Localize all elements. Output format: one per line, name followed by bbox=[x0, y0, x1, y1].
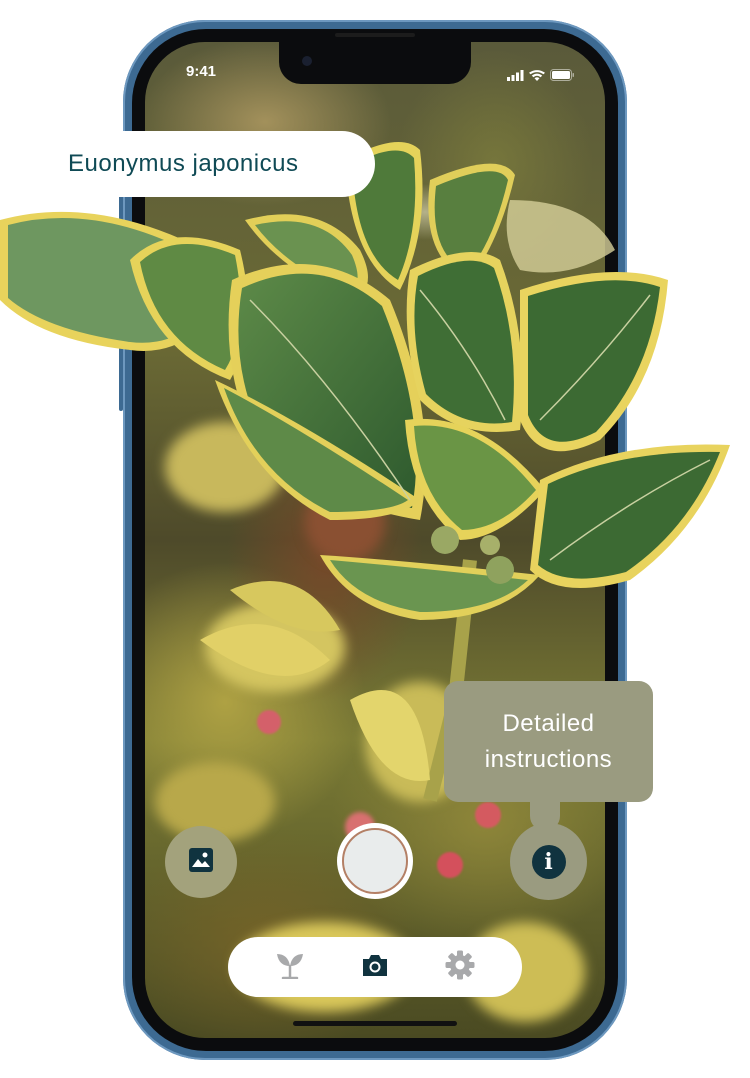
info-button[interactable]: i bbox=[510, 823, 587, 900]
tooltip-text: Detailed instructions bbox=[484, 709, 613, 773]
background-foliage bbox=[305, 482, 385, 562]
status-time: 9:41 bbox=[186, 63, 217, 80]
wifi-icon bbox=[529, 66, 545, 85]
sprout-icon bbox=[275, 951, 305, 983]
signal-icon bbox=[507, 66, 524, 85]
phone-volume-up bbox=[119, 265, 123, 331]
battery-icon bbox=[550, 66, 575, 85]
phone-volume-down bbox=[119, 345, 123, 411]
background-foliage bbox=[205, 602, 345, 692]
tab-settings[interactable] bbox=[440, 947, 480, 987]
front-camera bbox=[302, 56, 312, 66]
instructions-tooltip: Detailed instructions bbox=[444, 681, 653, 802]
image-icon bbox=[188, 847, 214, 877]
background-foliage bbox=[165, 422, 285, 512]
species-name-label[interactable]: Euonymus japonicus bbox=[0, 131, 375, 197]
speaker bbox=[335, 33, 415, 37]
tab-camera[interactable] bbox=[355, 947, 395, 987]
home-indicator[interactable] bbox=[293, 1021, 457, 1026]
berry bbox=[475, 802, 501, 828]
info-icon: i bbox=[531, 844, 566, 879]
gear-icon bbox=[445, 950, 475, 984]
berry bbox=[437, 852, 463, 878]
tab-plants[interactable] bbox=[270, 947, 310, 987]
bottom-tab-bar bbox=[228, 937, 522, 997]
shutter-inner bbox=[342, 828, 408, 894]
status-icons bbox=[507, 66, 575, 85]
camera-icon bbox=[361, 953, 389, 981]
shutter-button[interactable] bbox=[337, 823, 413, 899]
gallery-button[interactable] bbox=[165, 826, 237, 898]
berry bbox=[257, 710, 281, 734]
